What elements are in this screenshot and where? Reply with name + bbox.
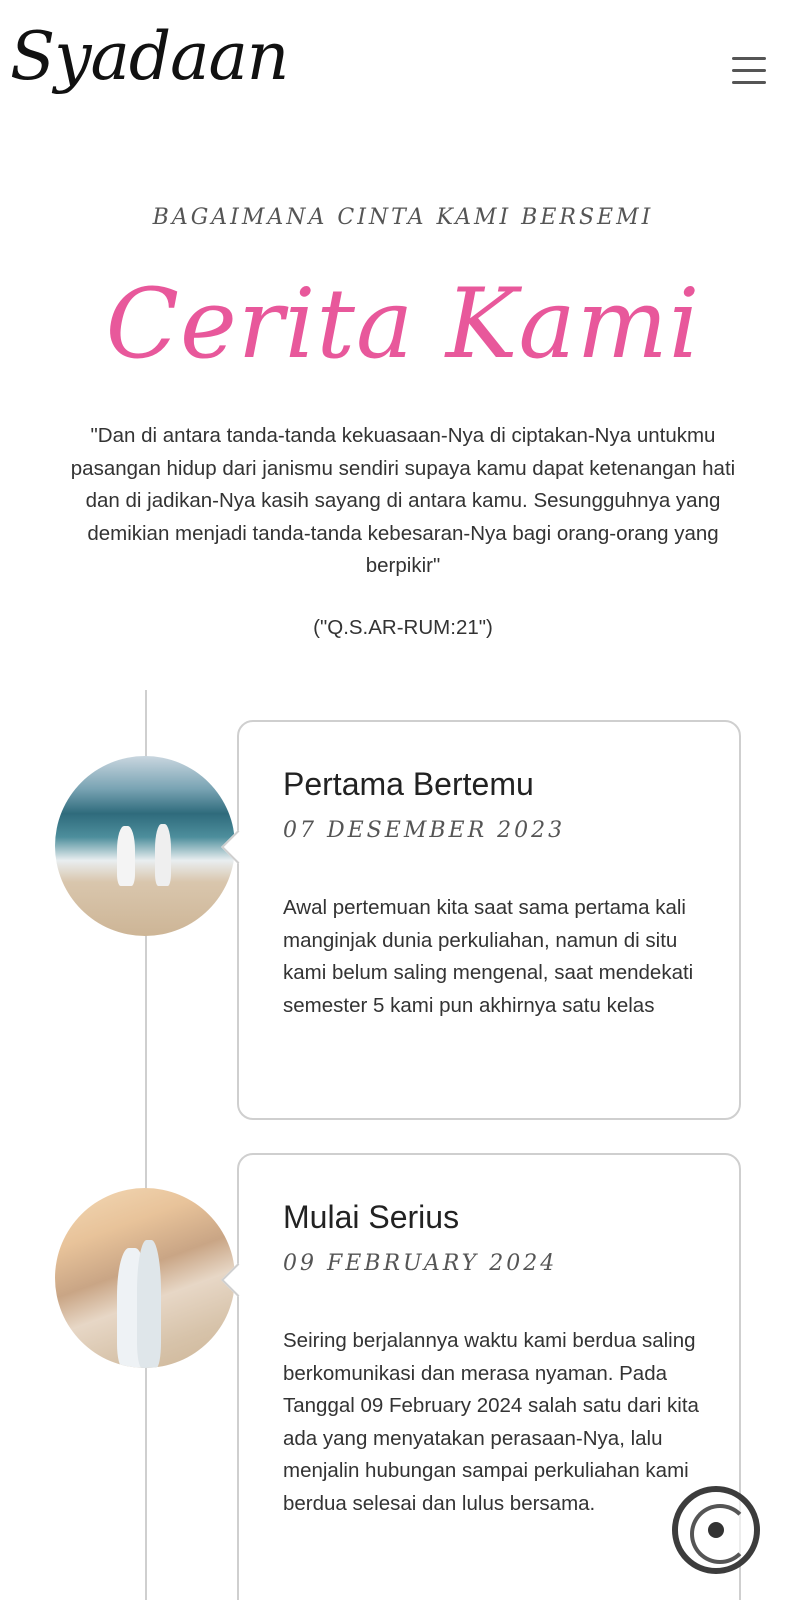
timeline-card-date: 07 DESEMBER 2023 xyxy=(283,818,566,843)
timeline-card-1: Pertama Bertemu 07 DESEMBER 2023 Awal pe… xyxy=(221,720,741,1120)
person-figure xyxy=(117,826,135,886)
hamburger-menu-icon[interactable] xyxy=(732,56,768,86)
person-figure xyxy=(137,1240,161,1368)
person-figure xyxy=(155,824,171,886)
story-photo-beach-running xyxy=(55,756,235,936)
story-photo-beach-embrace xyxy=(55,1188,235,1368)
menu-bar xyxy=(732,69,766,72)
timeline-card-title: Mulai Serius xyxy=(283,1199,460,1235)
music-disc-icon[interactable] xyxy=(672,1486,760,1574)
timeline-card-title: Pertama Bertemu xyxy=(283,766,534,802)
section-title: Cerita Kami xyxy=(105,268,701,380)
site-logo[interactable]: Syadaan xyxy=(10,18,289,95)
quote-source: ("Q.S.AR-RUM:21") xyxy=(313,616,493,639)
timeline-card-date: 09 FEBRUARY 2024 xyxy=(283,1251,558,1276)
timeline-card-text: Awal pertemuan kita saat sama pertama ka… xyxy=(283,896,694,1017)
quran-quote: "Dan di antara tanda-tanda kekuasaan-Nya… xyxy=(70,424,736,577)
menu-bar xyxy=(732,57,766,60)
header: Syadaan xyxy=(0,0,806,140)
timeline-card-text: Seiring berjalannya waktu kami berdua sa… xyxy=(283,1329,699,1515)
section-subtitle: BAGAIMANA CINTA KAMI BERSEMI xyxy=(152,205,654,230)
timeline-card-2: Mulai Serius 09 FEBRUARY 2024 Seiring be… xyxy=(221,1153,741,1600)
menu-bar xyxy=(732,81,766,84)
